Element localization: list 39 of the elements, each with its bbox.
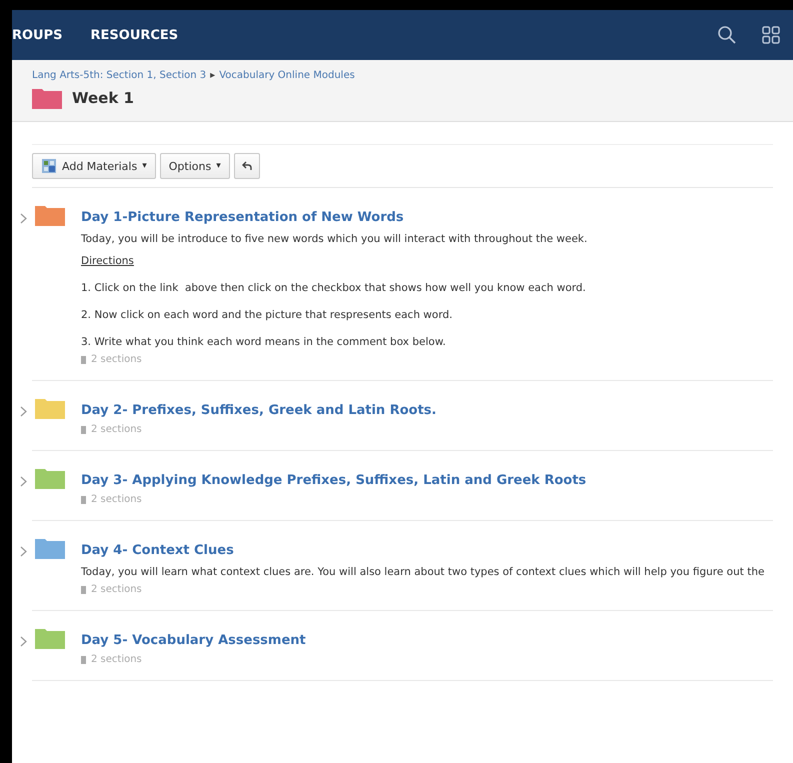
expand-chevron-icon[interactable] bbox=[20, 636, 27, 647]
expand-chevron-icon[interactable] bbox=[20, 406, 27, 417]
expand-chevron-icon[interactable] bbox=[20, 213, 27, 224]
add-materials-icon bbox=[41, 158, 57, 174]
undo-button[interactable] bbox=[234, 153, 260, 179]
add-materials-button[interactable]: Add Materials ▾ bbox=[32, 153, 156, 179]
sections-count: 2 sections bbox=[91, 654, 142, 665]
section-icon bbox=[81, 586, 86, 594]
grid-icon[interactable] bbox=[761, 25, 781, 45]
breadcrumb-separator: ▸ bbox=[210, 70, 216, 81]
section-icon bbox=[81, 496, 86, 504]
section-icon bbox=[81, 426, 86, 434]
options-button[interactable]: Options ▾ bbox=[160, 153, 230, 179]
nav-link[interactable]: RESOURCES bbox=[90, 28, 178, 42]
folder-title-link[interactable]: Day 2- Prefixes, Suffixes, Greek and Latin Roots. bbox=[81, 403, 436, 418]
sections-count: 2 sections bbox=[91, 584, 142, 595]
folder-title-link[interactable]: Day 5- Vocabulary Assessment bbox=[81, 633, 306, 648]
nav-link[interactable]: ROUPS bbox=[12, 28, 63, 42]
sections-count: 2 sections bbox=[91, 424, 142, 435]
undo-icon bbox=[242, 161, 252, 171]
direction-step: 3. Write what you think each word means in the comment box below. bbox=[81, 336, 773, 348]
direction-step: 1. Click on the link above then click on the checkbox that shows how well you know each word. bbox=[81, 282, 773, 294]
folder-title-link[interactable]: Day 4- Context Clues bbox=[81, 543, 234, 558]
search-icon[interactable] bbox=[717, 25, 737, 45]
section-icon bbox=[81, 356, 86, 364]
sections-count: 2 sections bbox=[91, 494, 142, 505]
directions-heading: Directions bbox=[81, 255, 135, 267]
breadcrumb-link[interactable]: Vocabulary Online Modules bbox=[219, 70, 355, 81]
section-icon bbox=[81, 656, 86, 664]
direction-step: 2. Now click on each word and the picture that respresents each word. bbox=[81, 309, 773, 321]
folder-title-link[interactable]: Day 3- Applying Knowledge Prefixes, Suffixes, Latin and Greek Roots bbox=[81, 473, 586, 488]
folder-description: Today, you will be introduce to five new words which you will interact with throughout the week. bbox=[81, 233, 588, 245]
expand-chevron-icon[interactable] bbox=[20, 546, 27, 557]
folder-title-link[interactable]: Day 1-Picture Representation of New Words bbox=[81, 210, 404, 225]
breadcrumb-link[interactable]: Lang Arts-5th: Section 1, Section 3 bbox=[32, 70, 206, 81]
expand-chevron-icon[interactable] bbox=[20, 476, 27, 487]
folder-description: Today, you will learn what context clues are. You will also learn about two types of context clues which will help you figure out the bbox=[81, 566, 766, 578]
page-title: Week 1 bbox=[72, 89, 134, 107]
sections-count: 2 sections bbox=[91, 354, 142, 365]
